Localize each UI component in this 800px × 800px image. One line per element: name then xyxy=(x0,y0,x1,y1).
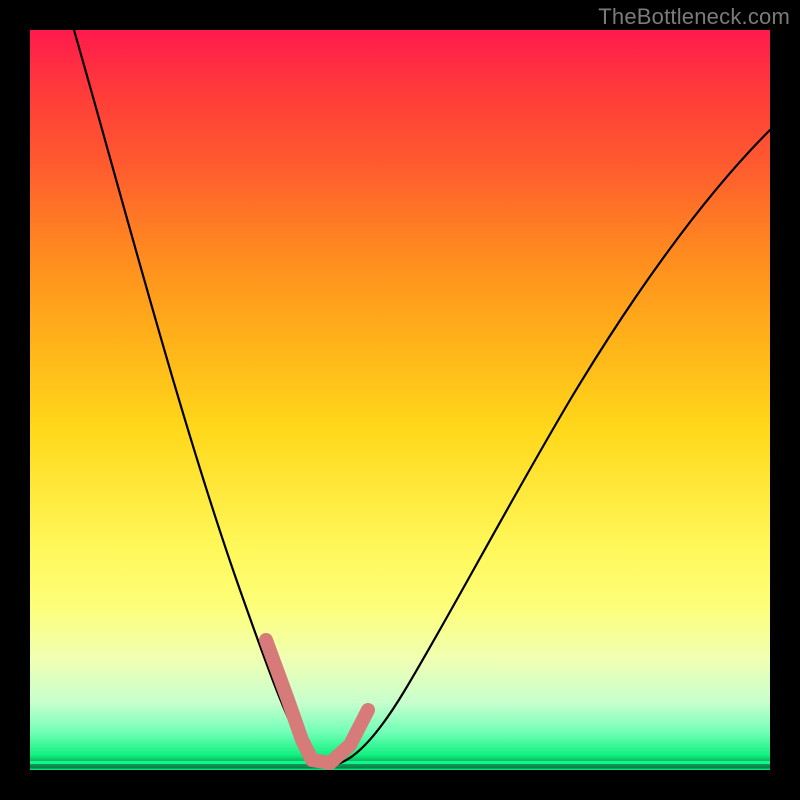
bottleneck-curve xyxy=(74,30,770,765)
watermark-text: TheBottleneck.com xyxy=(598,4,790,30)
bottleneck-curve-svg xyxy=(30,30,770,770)
sweet-spot-marker xyxy=(266,640,368,763)
plot-area xyxy=(30,30,770,770)
chart-frame: TheBottleneck.com xyxy=(0,0,800,800)
